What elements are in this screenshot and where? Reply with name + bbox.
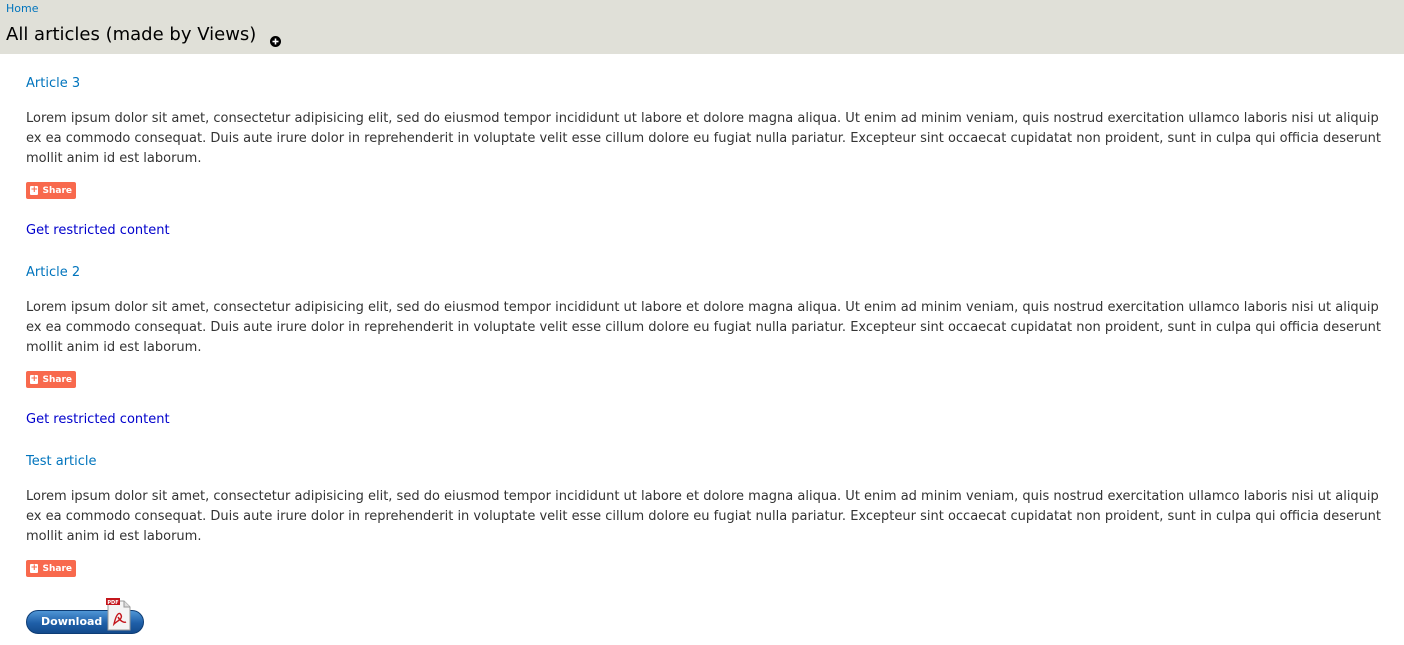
article-title-link[interactable]: Test article	[26, 450, 1386, 474]
get-restricted-content-link[interactable]: Get restricted content	[26, 221, 1386, 241]
page-header: Home All articles (made by Views)	[0, 0, 1404, 54]
pdf-icon-label: PDF	[107, 600, 118, 606]
breadcrumb: Home	[6, 2, 38, 16]
main-content: Article 3 Lorem ipsum dolor sit amet, co…	[26, 72, 1386, 637]
breadcrumb-home-link[interactable]: Home	[6, 2, 38, 15]
circle-plus-icon[interactable]	[269, 30, 282, 47]
share-button-label: Share	[42, 185, 72, 196]
share-button-label: Share	[42, 374, 72, 385]
page-title-text: All articles (made by Views)	[6, 24, 257, 45]
page-title: All articles (made by Views)	[6, 22, 282, 48]
article-body: Lorem ipsum dolor sit amet, consectetur …	[26, 489, 1381, 544]
article-item: Test article Lorem ipsum dolor sit amet,…	[26, 450, 1386, 577]
share-button[interactable]: + Share	[26, 560, 76, 577]
article-body: Lorem ipsum dolor sit amet, consectetur …	[26, 111, 1381, 166]
plus-icon: +	[30, 563, 39, 573]
download-pdf-button[interactable]: Download PDF	[26, 597, 146, 637]
share-button-label: Share	[42, 563, 72, 574]
share-button[interactable]: + Share	[26, 182, 76, 199]
share-button[interactable]: + Share	[26, 371, 76, 388]
article-item: Article 3 Lorem ipsum dolor sit amet, co…	[26, 72, 1386, 241]
pdf-icon: PDF	[106, 597, 132, 635]
article-body: Lorem ipsum dolor sit amet, consectetur …	[26, 300, 1381, 355]
article-title-link[interactable]: Article 3	[26, 72, 1386, 96]
article-title-link[interactable]: Article 2	[26, 261, 1386, 285]
plus-icon: +	[30, 374, 39, 384]
article-item: Article 2 Lorem ipsum dolor sit amet, co…	[26, 261, 1386, 430]
plus-icon: +	[30, 185, 39, 195]
get-restricted-content-link[interactable]: Get restricted content	[26, 410, 1386, 430]
